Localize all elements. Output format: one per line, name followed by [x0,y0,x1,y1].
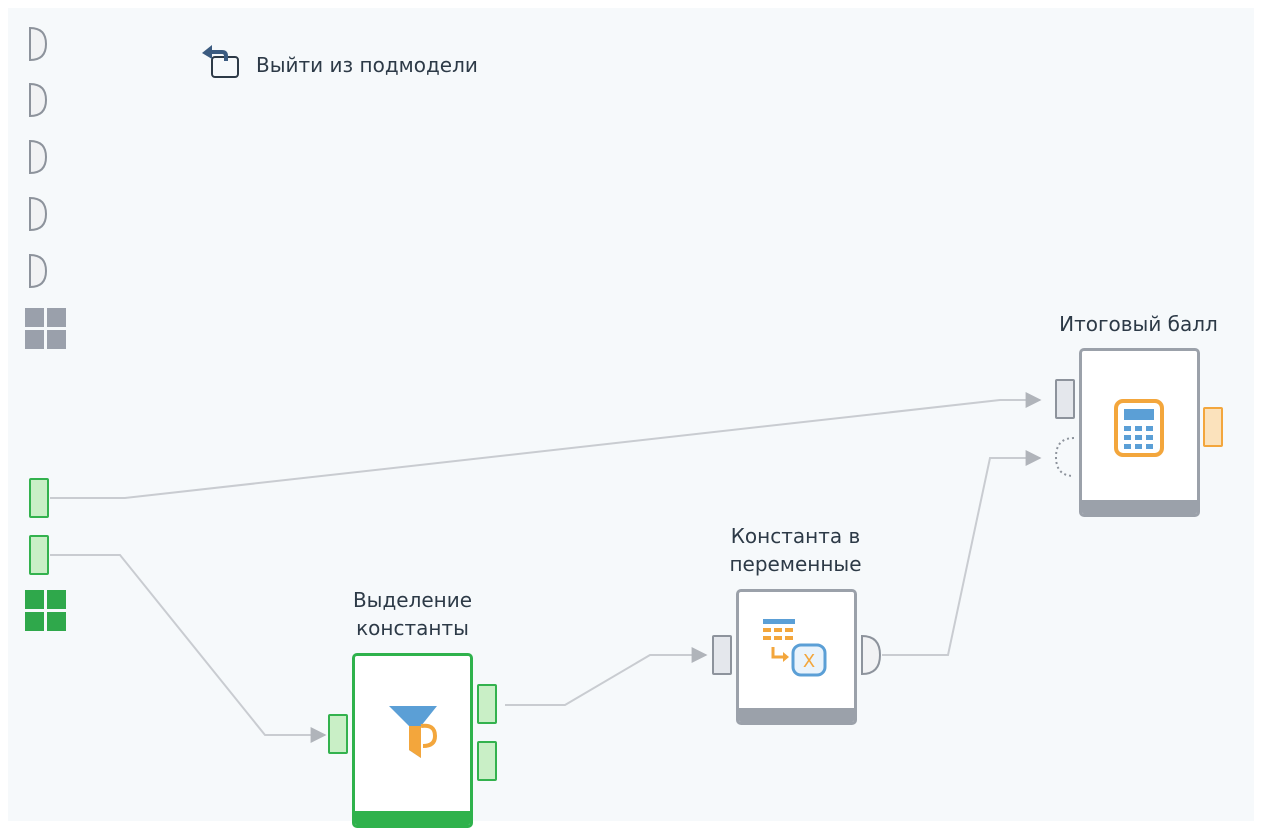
table-to-variable-icon: X [761,617,833,691]
table-input-port[interactable] [29,478,49,518]
variable-port-icon[interactable] [24,80,52,120]
calculator-icon [1113,398,1167,462]
variable-port-icon[interactable] [24,24,52,64]
constant-node-title: Константа в переменные [683,522,908,578]
calculator-variable-input-port[interactable] [1050,434,1080,480]
filter-node[interactable] [352,653,473,828]
calculator-node-status-bar [1082,500,1197,514]
exit-submodel-icon [200,43,244,87]
grid-port-icon[interactable] [24,307,70,353]
filter-node-title: Выделение константы [300,586,525,642]
filter-title-line2: константы [356,616,469,640]
constant-title-line1: Константа в [730,524,861,548]
calculator-output-port[interactable] [1203,407,1223,447]
filter-input-port[interactable] [328,714,348,754]
exit-submodel-button[interactable]: Выйти из подмодели [200,40,478,90]
filter-output-port[interactable] [477,684,497,724]
constant-output-variable-port[interactable] [858,632,886,678]
constant-node-status-bar [739,708,854,722]
svg-text:X: X [803,651,815,672]
constant-title-line2: переменные [729,552,862,576]
calculator-node[interactable] [1079,348,1200,517]
filter-output-port-2[interactable] [477,741,497,781]
constant-input-port[interactable] [712,635,732,675]
filter-node-status-bar [355,811,470,825]
filter-title-line1: Выделение [352,588,473,612]
constant-to-variables-node[interactable]: X [736,589,857,725]
calculator-node-title: Итоговый балл [1059,312,1218,336]
table-input-port[interactable] [29,535,49,575]
variable-port-icon[interactable] [24,137,52,177]
variable-port-icon[interactable] [24,194,52,234]
calculator-input-port[interactable] [1055,379,1075,419]
grid-port-green-icon[interactable] [24,589,70,635]
variable-port-icon[interactable] [24,251,52,291]
funnel-icon [385,700,445,768]
exit-submodel-label: Выйти из подмодели [256,53,478,77]
